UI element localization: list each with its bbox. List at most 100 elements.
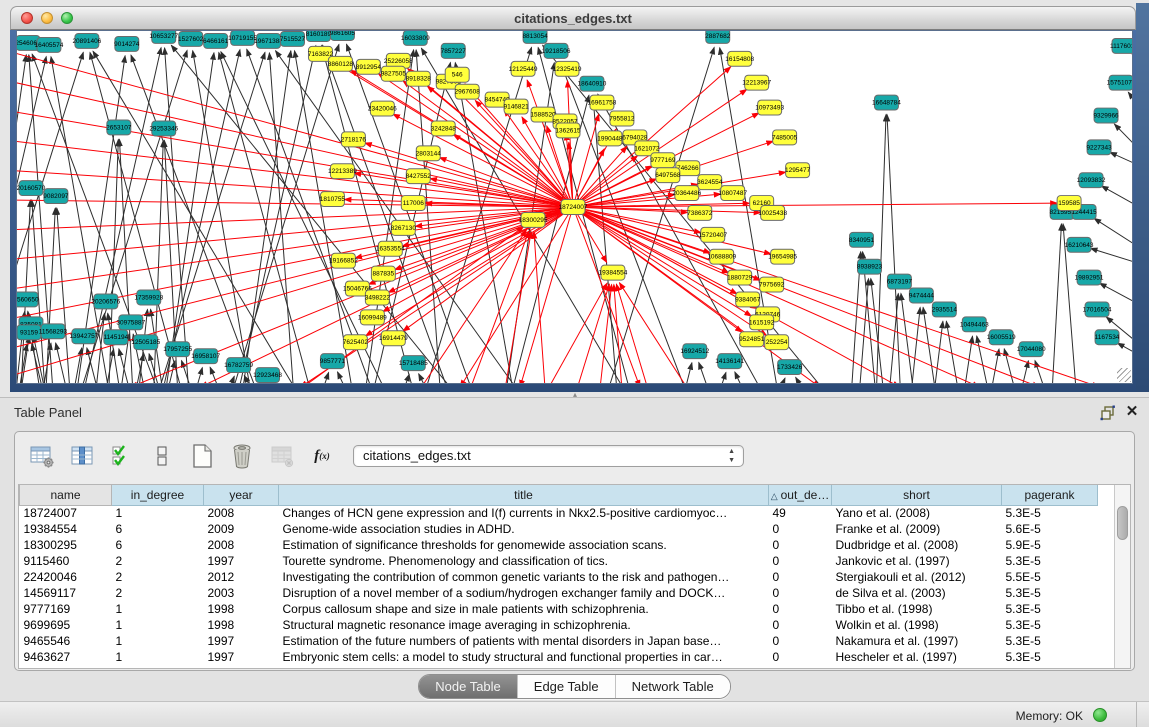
graph-node[interactable]: 16353554 [376, 241, 405, 256]
table-row[interactable]: 1938455462009Genome-wide association stu… [20, 521, 1098, 537]
graph-node[interactable]: 18724007 [559, 200, 588, 215]
table-cell[interactable]: 5.3E-5 [1002, 633, 1098, 649]
table-cell[interactable]: 0 [769, 553, 832, 569]
graph-node[interactable]: 17044080 [1017, 342, 1046, 357]
graph-edge[interactable] [573, 207, 607, 262]
graph-node[interactable]: 2653107 [106, 120, 132, 135]
graph-node[interactable]: 16210643 [1065, 237, 1094, 252]
table-cell[interactable]: 5.6E-5 [1002, 521, 1098, 537]
graph-node[interactable]: 9082097 [43, 189, 69, 204]
resize-grip-icon[interactable] [1117, 368, 1131, 382]
column-header-pagerank[interactable]: pagerank [1002, 485, 1098, 505]
graph-node[interactable]: 9329966 [1093, 108, 1119, 123]
graph-edge[interactable] [685, 363, 692, 383]
graph-node[interactable]: 19384554 [599, 265, 628, 280]
graph-node[interactable]: 12923468 [253, 368, 282, 383]
graph-edge[interactable] [1052, 224, 1061, 383]
graph-edge[interactable] [1004, 349, 1015, 383]
graph-node[interactable]: 3624554 [697, 175, 723, 190]
graph-edge[interactable] [193, 51, 251, 383]
column-header-name[interactable]: name [20, 485, 112, 505]
graph-node[interactable]: 17957255 [163, 342, 192, 357]
graph-node[interactable]: 19166852 [329, 253, 358, 268]
table-cell[interactable]: 49 [769, 505, 832, 521]
graph-node[interactable]: 16961758 [588, 95, 617, 110]
graph-edge[interactable] [548, 283, 607, 383]
table-cell[interactable]: 1997 [204, 553, 279, 569]
table-cell[interactable]: 6 [112, 521, 204, 537]
create-table-icon[interactable] [189, 443, 215, 469]
table-cell[interactable]: 0 [769, 521, 832, 537]
graph-edge[interactable] [796, 377, 804, 383]
graph-node[interactable]: 2560650 [17, 292, 39, 307]
table-row[interactable]: 2242004622012Investigating the contribut… [20, 569, 1098, 585]
column-header-title[interactable]: title [279, 485, 769, 505]
graph-node[interactable]: 16005519 [987, 330, 1016, 345]
graph-node[interactable]: 9146821 [503, 99, 529, 114]
graph-node[interactable]: 9861605 [330, 31, 356, 40]
graph-node[interactable]: 1615192 [749, 315, 775, 330]
graph-edge[interactable] [505, 232, 531, 383]
table-cell[interactable]: 9777169 [20, 601, 112, 617]
table-cell[interactable]: 1998 [204, 617, 279, 633]
table-cell[interactable]: 9465546 [20, 633, 112, 649]
table-cell[interactable]: Estimation of the future numbers of pati… [279, 633, 769, 649]
graph-node[interactable]: 8267130 [391, 220, 417, 235]
table-cell[interactable]: 0 [769, 537, 832, 553]
graph-node[interactable]: 9384067 [735, 292, 761, 307]
tab-node-table[interactable]: Node Table [419, 675, 517, 698]
graph-node[interactable]: 20206576 [91, 294, 120, 309]
graph-node[interactable]: 7955812 [609, 111, 635, 126]
graph-edge[interactable] [56, 343, 67, 383]
table-cell[interactable]: Estimation of significance thresholds fo… [279, 537, 769, 553]
graph-node[interactable]: 9474444 [909, 288, 935, 303]
graph-node[interactable]: 117006 [401, 196, 425, 211]
graph-node[interactable]: 3498222 [365, 290, 391, 305]
table-cell[interactable]: 0 [769, 601, 832, 617]
graph-node[interactable]: 7386372 [687, 206, 713, 221]
table-cell[interactable]: Hescheler et al. (1997) [832, 649, 1002, 665]
graph-edge[interactable] [889, 293, 898, 383]
table-cell[interactable]: Disruption of a novel member of a sodium… [279, 585, 769, 601]
graph-node[interactable]: 15718485 [399, 356, 428, 371]
graph-node[interactable]: 2967608 [455, 84, 481, 99]
graph-node[interactable]: 12325419 [553, 61, 582, 76]
table-cell[interactable]: 1 [112, 633, 204, 649]
graph-node[interactable]: 16154808 [725, 51, 754, 66]
table-cell[interactable]: 5.9E-5 [1002, 537, 1098, 553]
graph-node[interactable]: 6466161 [203, 33, 229, 48]
graph-node[interactable]: 8160189 [306, 31, 332, 41]
graph-edge[interactable] [577, 284, 609, 383]
table-row[interactable]: 977716911998Corpus callosum shape and si… [20, 601, 1098, 617]
graph-edge[interactable] [322, 372, 328, 383]
row-height-icon[interactable] [149, 443, 175, 469]
graph-node[interactable]: 7857227 [441, 43, 467, 58]
close-panel-icon[interactable]: ✕ [1124, 403, 1140, 421]
graph-edge[interactable] [32, 200, 45, 383]
network-window-titlebar[interactable]: citations_edges.txt [10, 6, 1136, 30]
select-columns-icon[interactable] [69, 443, 95, 469]
graph-edge[interactable] [453, 135, 573, 207]
table-cell[interactable]: 5.3E-5 [1002, 601, 1098, 617]
node-attribute-table[interactable]: namein_degreeyeartitle△out_de…shortpager… [19, 485, 1098, 665]
table-cell[interactable]: Stergiakouli et al. (2012) [832, 569, 1002, 585]
graph-edge[interactable] [699, 362, 709, 383]
graph-edge[interactable] [616, 284, 648, 383]
table-cell[interactable]: Yano et al. (2008) [832, 505, 1002, 521]
table-cell[interactable]: Corpus callosum shape and size in male p… [279, 601, 769, 617]
graph-node[interactable]: 11176013 [1110, 38, 1132, 53]
graph-node[interactable]: 10973493 [755, 100, 784, 115]
table-cell[interactable]: 5.5E-5 [1002, 569, 1098, 585]
graph-node[interactable]: 9827505 [381, 66, 407, 81]
graph-node[interactable]: 9777169 [650, 153, 676, 168]
graph-node[interactable]: 12125449 [509, 61, 538, 76]
table-cell[interactable]: Franke et al. (2009) [832, 521, 1002, 537]
graph-node[interactable]: 6497568 [655, 168, 681, 183]
graph-node[interactable]: 10688809 [707, 249, 736, 264]
graph-node[interactable]: 93159 [17, 325, 41, 340]
table-cell[interactable]: Tourette syndrome. Phenomenology and cla… [279, 553, 769, 569]
graph-edge[interactable] [1091, 248, 1132, 264]
graph-node[interactable]: 1733426 [777, 360, 803, 375]
graph-node[interactable]: 252254 [765, 335, 789, 350]
graph-edge[interactable] [1118, 343, 1132, 357]
